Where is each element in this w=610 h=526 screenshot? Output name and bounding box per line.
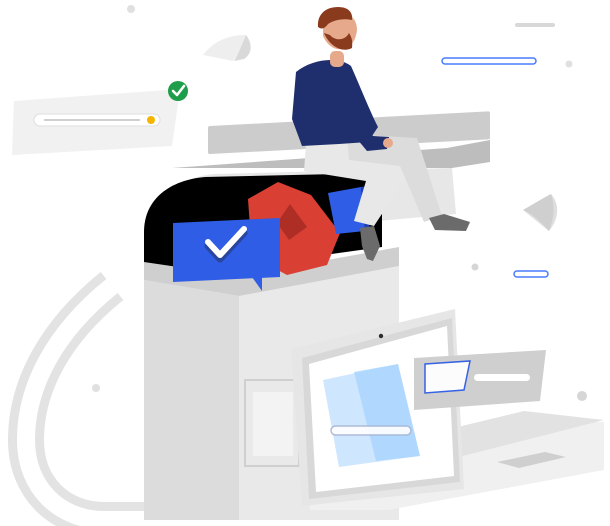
mailbox-door-panel — [253, 392, 293, 456]
laptop-icon — [291, 309, 604, 510]
laptop-screen-pill — [330, 425, 412, 436]
dot-left — [92, 384, 100, 392]
dot-right-bottom — [577, 391, 587, 401]
mailbox-body-front — [144, 280, 239, 520]
laptop-popup — [414, 350, 546, 410]
blue-line-top-right — [441, 57, 537, 65]
dot-mid — [471, 263, 479, 271]
man-shoe-right — [429, 214, 470, 231]
floating-card-icon — [12, 81, 188, 155]
blue-line-mid-right — [513, 270, 549, 278]
laptop-camera — [378, 333, 384, 339]
dash-top-right — [515, 23, 555, 27]
man-hand — [383, 138, 393, 148]
dot-right — [565, 60, 573, 68]
check-circle-icon — [168, 81, 188, 101]
illustration-svg — [7, 5, 604, 526]
man-neck — [330, 51, 344, 67]
dot-top — [127, 5, 135, 13]
illustration-stage — [0, 0, 610, 526]
floating-card-yellow-dot — [147, 116, 155, 124]
